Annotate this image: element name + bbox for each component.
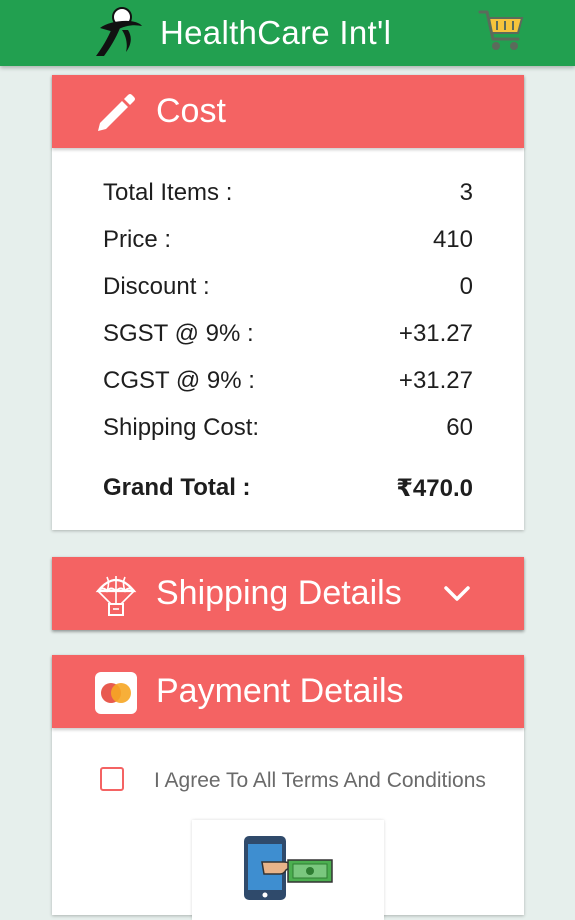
cost-row-cgst: CGST @ 9% : +31.27: [103, 363, 473, 410]
cost-breakdown: Total Items : 3 Price : 410 Discount : 0…: [103, 175, 473, 517]
payment-method-option[interactable]: [192, 820, 384, 920]
pencil-icon: [98, 94, 135, 131]
payment-title: Payment Details: [156, 672, 404, 710]
cost-card: Cost Total Items : 3 Price : 410 Discoun…: [52, 75, 524, 530]
row-value: +31.27: [398, 320, 473, 347]
cost-row-discount: Discount : 0: [103, 269, 473, 316]
row-label: Price :: [103, 226, 172, 253]
shipping-header[interactable]: Shipping Details: [52, 557, 524, 630]
row-label: CGST @ 9% :: [103, 367, 255, 394]
row-value: 410: [432, 226, 473, 253]
cost-title: Cost: [156, 92, 226, 130]
app-bar: HealthCare Int'l: [0, 0, 575, 66]
app-title: HealthCare Int'l: [160, 14, 392, 51]
cost-row-shipping: Shipping Cost: 60: [103, 410, 473, 457]
grand-total-label: Grand Total :: [103, 474, 251, 501]
cart-icon[interactable]: [478, 6, 526, 54]
payment-header[interactable]: Payment Details: [52, 655, 524, 728]
cost-row-sgst: SGST @ 9% : +31.27: [103, 316, 473, 363]
terms-label: I Agree To All Terms And Conditions: [154, 769, 486, 792]
shipping-card[interactable]: Shipping Details: [52, 557, 524, 630]
row-label: Total Items :: [103, 179, 233, 206]
chevron-down-icon[interactable]: [442, 579, 472, 609]
cost-header: Cost: [52, 75, 524, 148]
terms-checkbox[interactable]: [100, 767, 124, 791]
row-value: 60: [446, 414, 473, 441]
row-label: SGST @ 9% :: [103, 320, 254, 347]
shipping-title: Shipping Details: [156, 574, 402, 612]
cost-row-price: Price : 410: [103, 222, 473, 269]
row-value: +31.27: [398, 367, 473, 394]
logo-icon: [96, 7, 142, 56]
cost-row-total-items: Total Items : 3: [103, 175, 473, 222]
payment-card: Payment Details I Agree To All Terms And…: [52, 655, 524, 920]
card-icon: [95, 672, 137, 714]
row-label: Discount :: [103, 273, 210, 300]
grand-total-value: ₹470.0: [396, 475, 473, 502]
parachute-icon: [95, 576, 137, 616]
phone-payment-icon: [244, 836, 333, 900]
row-label: Shipping Cost:: [103, 414, 260, 441]
row-value: 3: [459, 179, 473, 206]
grand-total-row: Grand Total : ₹470.0: [103, 470, 473, 517]
row-value: 0: [459, 273, 473, 300]
terms-agreement[interactable]: I Agree To All Terms And Conditions: [100, 767, 520, 797]
